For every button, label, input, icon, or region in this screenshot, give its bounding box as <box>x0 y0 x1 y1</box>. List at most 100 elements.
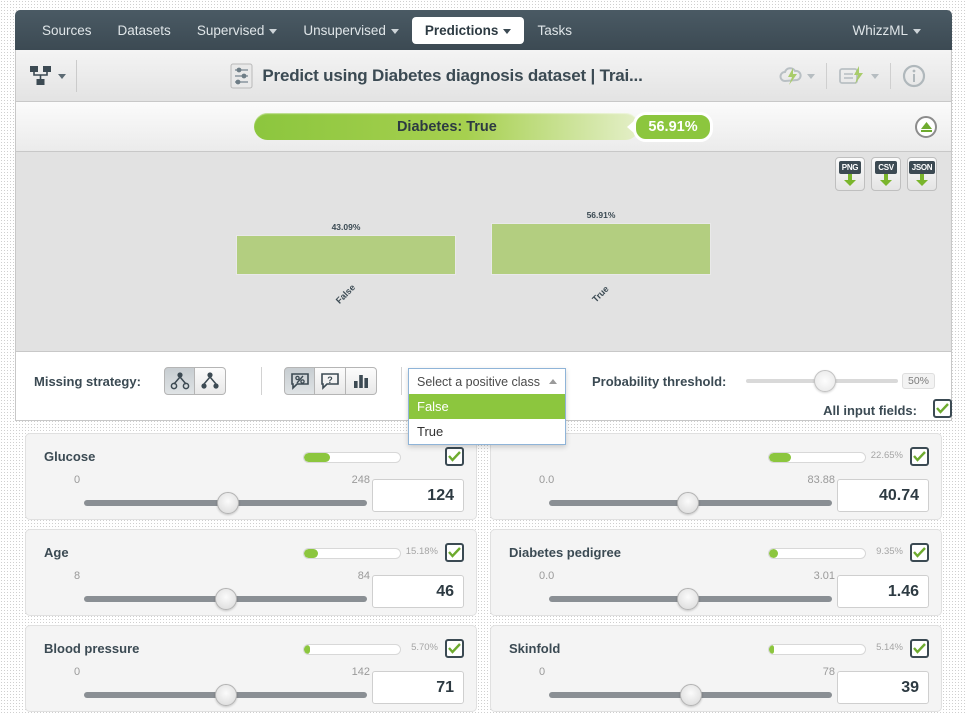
check-icon <box>448 643 461 654</box>
field-card-skinfold: Skinfold 5.14% 0 78 39 <box>490 625 942 712</box>
field-slider[interactable] <box>84 684 367 706</box>
all-input-fields-checkbox[interactable] <box>933 399 952 418</box>
export-csv-button[interactable]: CSV <box>871 157 901 191</box>
bar-rect <box>236 235 456 275</box>
option-label: False <box>417 399 449 414</box>
export-format-label: JSON <box>908 161 936 174</box>
nav-item-unsupervised[interactable]: Unsupervised <box>290 17 412 44</box>
download-arrow-icon <box>880 174 892 186</box>
field-slider-knob[interactable] <box>680 684 702 706</box>
positive-class-option-true[interactable]: True <box>409 419 565 444</box>
bar-group-true: 56.91% True <box>476 210 726 305</box>
field-enabled-checkbox[interactable] <box>445 447 464 466</box>
field-max: 84 <box>357 570 370 582</box>
chevron-up-icon <box>549 379 557 384</box>
field-enabled-checkbox[interactable] <box>445 543 464 562</box>
field-slider[interactable] <box>549 588 832 610</box>
nav-item-datasets[interactable]: Datasets <box>105 17 184 44</box>
svg-text:?: ? <box>327 375 333 385</box>
bar-rect <box>491 223 711 275</box>
nav-item-sources[interactable]: Sources <box>29 17 105 44</box>
field-slider[interactable] <box>549 492 832 514</box>
field-slider-knob[interactable] <box>677 492 699 514</box>
missing-last-prediction-button[interactable] <box>164 367 195 395</box>
positive-class-option-false[interactable]: False <box>409 394 565 419</box>
field-value-input[interactable]: 71 <box>372 671 464 704</box>
missing-proportional-icon <box>201 372 219 389</box>
probability-threshold-slider[interactable] <box>746 370 898 392</box>
positive-class-dropdown-header[interactable]: Select a positive class <box>409 369 565 394</box>
navbar-items: Sources Datasets Supervised Unsupervised… <box>15 16 825 44</box>
model-tree-icon <box>30 65 51 85</box>
bar-category-label: True <box>590 283 612 305</box>
field-slider-knob[interactable] <box>217 492 239 514</box>
controls-divider <box>261 367 262 395</box>
cloud-lightning-icon <box>779 66 802 85</box>
question-view-button[interactable]: ? <box>315 367 346 395</box>
field-value-input[interactable]: 1.46 <box>837 575 929 608</box>
field-value-input[interactable]: 39 <box>837 671 929 704</box>
nav-item-supervised[interactable]: Supervised <box>184 17 291 44</box>
field-enabled-checkbox[interactable] <box>910 639 929 658</box>
field-slider-knob[interactable] <box>677 588 699 610</box>
prediction-label-pill: Diabetes: True <box>254 113 640 140</box>
field-enabled-checkbox[interactable] <box>910 543 929 562</box>
field-enabled-checkbox[interactable] <box>445 639 464 658</box>
bar-value-label: 43.09% <box>331 222 361 232</box>
field-enabled-checkbox[interactable] <box>910 447 929 466</box>
view-mode-buttons: ? <box>284 367 377 395</box>
field-value-input[interactable]: 124 <box>372 479 464 512</box>
field-slider-knob[interactable] <box>215 588 237 610</box>
field-importance-bar <box>303 644 401 655</box>
nav-item-whizzml[interactable]: WhizzML <box>839 17 934 44</box>
script-lightning-button[interactable] <box>827 65 890 87</box>
nav-label: Sources <box>42 22 92 38</box>
export-format-label: CSV <box>875 161 897 174</box>
field-min: 0 <box>74 474 81 486</box>
export-png-button[interactable]: PNG <box>835 157 865 191</box>
nav-item-tasks[interactable]: Tasks <box>524 17 585 44</box>
field-slider[interactable] <box>549 684 832 706</box>
main-navbar: Sources Datasets Supervised Unsupervised… <box>15 10 952 50</box>
field-slider-knob[interactable] <box>215 684 237 706</box>
check-icon <box>448 547 461 558</box>
field-card-second: 22.65% 0.0 83.88 40.74 <box>490 433 942 520</box>
missing-proportional-button[interactable] <box>195 367 226 395</box>
nav-label: Tasks <box>537 22 572 38</box>
export-buttons: PNG CSV JSON <box>835 157 937 191</box>
navbar-right: WhizzML <box>825 17 952 44</box>
script-lightning-icon <box>839 65 863 84</box>
export-format-label: PNG <box>838 161 862 174</box>
check-icon <box>913 451 926 462</box>
field-importance-bar <box>768 644 866 655</box>
field-value-input[interactable]: 46 <box>372 575 464 608</box>
field-name: Skinfold <box>509 641 561 656</box>
field-card-blood-pressure: Blood pressure 5.70% 0 142 71 <box>25 625 477 712</box>
histogram-view-button[interactable] <box>346 367 377 395</box>
probability-bar-chart: 43.09% False 56.91% True <box>16 192 951 352</box>
check-icon <box>936 403 949 414</box>
export-json-button[interactable]: JSON <box>907 157 937 191</box>
model-tree-button[interactable] <box>28 65 66 87</box>
cloud-lightning-button[interactable] <box>767 65 826 87</box>
header-actions <box>767 62 951 89</box>
field-max: 78 <box>822 666 835 678</box>
missing-last-prediction-icon <box>170 372 189 390</box>
chevron-down-icon <box>58 74 66 79</box>
positive-class-dropdown[interactable]: Select a positive class False True <box>408 368 566 445</box>
field-max: 142 <box>351 666 370 678</box>
field-slider[interactable] <box>84 492 367 514</box>
field-slider[interactable] <box>84 588 367 610</box>
missing-strategy-label: Missing strategy: <box>34 374 141 389</box>
field-name: Glucose <box>44 449 96 464</box>
threshold-slider-knob[interactable] <box>814 370 836 392</box>
info-button[interactable] <box>891 64 937 88</box>
field-min: 0 <box>539 666 546 678</box>
nav-item-predictions[interactable]: Predictions <box>411 16 525 44</box>
download-arrow-icon <box>916 174 928 186</box>
field-value-input[interactable]: 40.74 <box>837 479 929 512</box>
collapse-panel-button[interactable] <box>915 115 937 138</box>
info-icon <box>902 64 926 87</box>
histogram-icon <box>354 375 368 388</box>
percent-view-button[interactable] <box>284 367 315 395</box>
